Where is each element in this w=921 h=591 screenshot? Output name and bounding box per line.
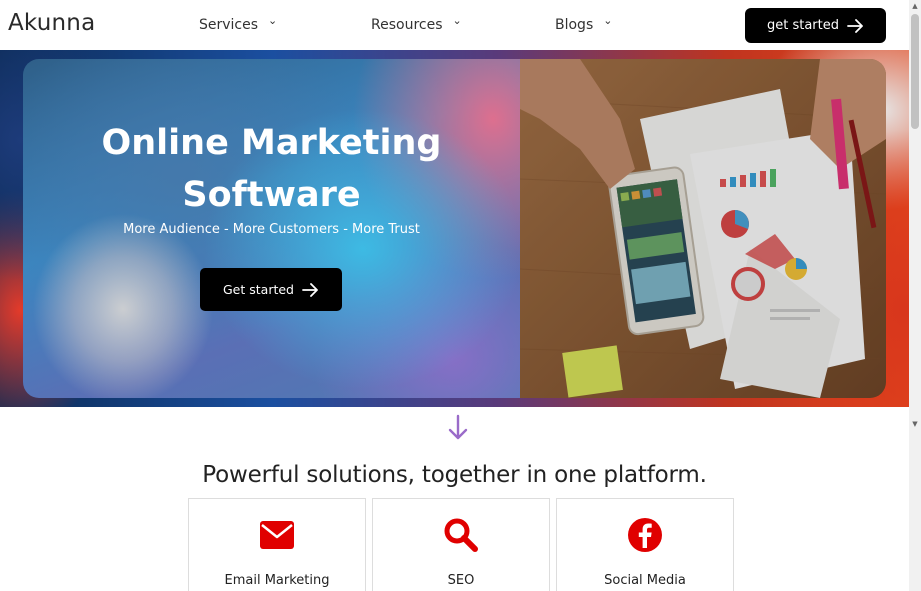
section-title: Powerful solutions, together in one plat… <box>202 462 707 488</box>
hero-title-line1: Online Marketing <box>101 123 442 163</box>
logo[interactable]: Akunna <box>8 10 95 36</box>
nav-item-services[interactable]: Services ⌄ <box>199 14 278 33</box>
get-started-nav-button[interactable]: get started <box>745 8 886 43</box>
card-email-marketing[interactable]: Email Marketing <box>188 498 366 591</box>
nav-item-blogs[interactable]: Blogs ⌄ <box>555 14 613 33</box>
arrow-down-icon <box>448 414 468 440</box>
search-icon <box>444 518 478 552</box>
scroll-up-icon[interactable]: ▲ <box>909 2 921 12</box>
chevron-down-icon: ⌄ <box>603 14 613 27</box>
card-seo[interactable]: SEO <box>372 498 550 591</box>
hero-title-line2: Software <box>182 175 361 215</box>
get-started-nav-label: get started <box>766 18 839 33</box>
hero-panel: Online Marketing Software More Audience … <box>23 59 520 398</box>
scroll-thumb[interactable] <box>911 14 919 129</box>
chevron-down-icon: ⌄ <box>268 14 278 27</box>
hero-title: Online Marketing Software <box>23 117 520 221</box>
hero-image <box>520 59 886 398</box>
page-scrollbar[interactable]: ▲ ▼ <box>909 0 921 591</box>
hero-subtitle: More Audience - More Customers - More Tr… <box>123 222 420 237</box>
card-social-media[interactable]: Social Media <box>556 498 734 591</box>
arrow-right-icon <box>302 282 318 297</box>
tablet-desk-illustration <box>520 59 886 398</box>
chevron-down-icon: ⌄ <box>452 14 462 27</box>
hero-get-started-label: Get started <box>223 282 294 297</box>
scroll-down-icon[interactable]: ▼ <box>909 420 921 430</box>
nav-label-blogs: Blogs <box>555 17 594 33</box>
top-navbar: Akunna Services ⌄ Resources ⌄ Blogs ⌄ ge… <box>0 0 909 50</box>
envelope-icon <box>260 521 294 549</box>
card-label-social-media: Social Media <box>604 573 686 588</box>
arrow-right-icon <box>847 18 863 33</box>
card-label-seo: SEO <box>447 573 475 588</box>
card-label-email-marketing: Email Marketing <box>224 573 330 588</box>
nav-item-resources[interactable]: Resources ⌄ <box>371 14 462 33</box>
facebook-icon <box>628 518 662 552</box>
hero-get-started-button[interactable]: Get started <box>200 268 342 311</box>
nav-label-services: Services <box>199 17 259 33</box>
nav-label-resources: Resources <box>371 17 443 33</box>
